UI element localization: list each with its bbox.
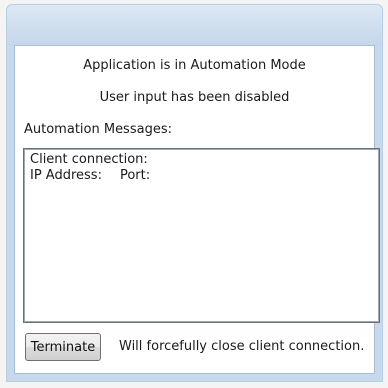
ip-address-label: IP Address: — [30, 168, 102, 183]
input-disabled-text: User input has been disabled — [99, 90, 290, 105]
connection-details: IP Address: Port: — [30, 168, 373, 184]
automation-window: Application is in Automation Mode User i… — [6, 4, 383, 382]
automation-messages-box[interactable]: Client connection: IP Address: Port: — [23, 148, 380, 323]
terminate-button[interactable]: Terminate — [25, 333, 101, 361]
automation-messages-label: Automation Messages: — [24, 122, 172, 137]
terminate-note-text: Will forcefully close client connection. — [119, 339, 365, 354]
automation-mode-text: Application is in Automation Mode — [83, 58, 306, 73]
port-label: Port: — [119, 168, 151, 183]
client-connection-text: Client connection: — [30, 152, 148, 167]
title-bar[interactable] — [7, 5, 382, 45]
window-content: Application is in Automation Mode User i… — [14, 45, 380, 374]
